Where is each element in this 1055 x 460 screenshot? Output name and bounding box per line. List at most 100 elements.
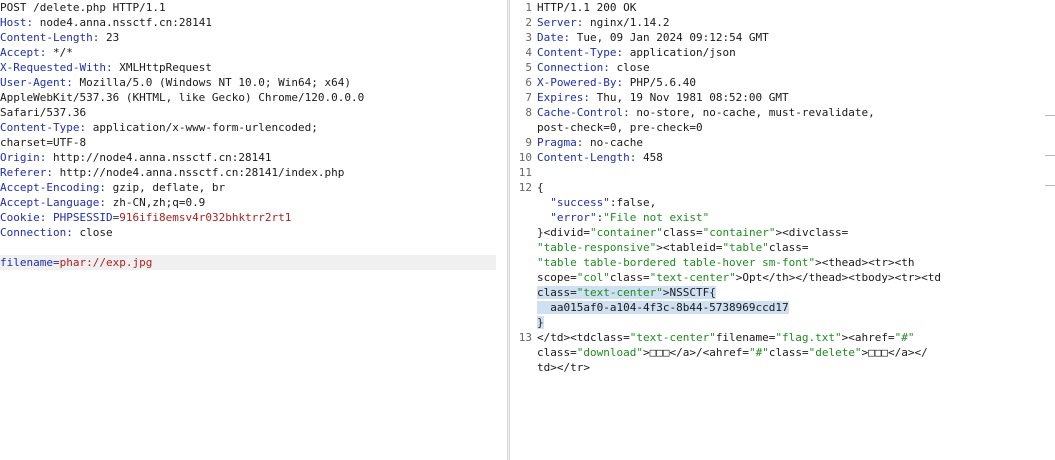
header-colon: : xyxy=(603,61,617,74)
header-name: X-Requested-With xyxy=(0,61,106,74)
header-value: node4.anna.nssctf.cn:28141 xyxy=(39,16,212,29)
body-param-name: filename xyxy=(0,256,53,269)
request-header: Origin: http://node4.anna.nssctf.cn:2814… xyxy=(0,150,507,165)
line-content: Server: nginx/1.14.2 xyxy=(537,15,1055,30)
header-value: close xyxy=(79,226,113,239)
header-colon: : xyxy=(46,166,60,179)
request-header: AppleWebKit/537.36 (KHTML, like Gecko) C… xyxy=(0,90,507,105)
header-name: Accept-Language xyxy=(0,196,100,209)
html-text: "table-responsive"><tableid="table"class… xyxy=(537,241,809,254)
html-token: >NSSCTF{ xyxy=(662,286,716,299)
html-token: ><divclass= xyxy=(775,226,849,239)
repeater-view: POST /delete.php HTTP/1.1 Host: node4.ann… xyxy=(0,0,1055,460)
line-number xyxy=(510,270,537,285)
header-colon: : xyxy=(26,16,40,29)
line-content: post-check=0, pre-check=0 xyxy=(537,120,1055,135)
line-number: 4 xyxy=(525,46,532,59)
request-header: Connection: close xyxy=(0,225,507,240)
json-key: "error" xyxy=(550,211,597,224)
line-number: 6 xyxy=(525,76,532,89)
line-number xyxy=(510,345,537,360)
line-content: class="download">□□□</a>/<ahref="#"class… xyxy=(537,345,1055,360)
line-content: }<divid="container"class="container"><di… xyxy=(537,225,1055,240)
line-text: { xyxy=(537,181,544,194)
html-token: class= xyxy=(537,286,577,299)
html-token: "delete" xyxy=(808,346,862,359)
line-text: post-check=0, pre-check=0 xyxy=(537,121,703,134)
flag-text: } xyxy=(537,316,544,329)
response-line: post-check=0, pre-check=0 xyxy=(510,120,1055,135)
request-body[interactable]: filename=phar://exp.jpg xyxy=(0,255,496,270)
line-number: 5 xyxy=(525,61,532,74)
html-token: >□□□</a>/<ahref= xyxy=(642,346,749,359)
request-header: Accept-Encoding: gzip, deflate, br xyxy=(0,180,507,195)
response-line: 2 Server: nginx/1.14.2 xyxy=(510,15,1055,30)
header-value: gzip, deflate, br xyxy=(112,181,226,194)
html-token: "table-responsive" xyxy=(537,241,657,254)
request-header: User-Agent: Mozilla/5.0 (Windows NT 10.0… xyxy=(0,75,507,90)
line-number: 10 xyxy=(518,151,532,164)
flag-text: aa015af0-a104-4f3c-8b44-5738969ccd17 xyxy=(537,301,789,314)
line-number: 7 xyxy=(525,91,532,104)
header-name: Origin xyxy=(0,151,40,164)
line-content: Date: Tue, 09 Jan 2024 09:12:54 GMT xyxy=(537,30,1055,45)
request-editor[interactable]: POST /delete.php HTTP/1.1 Host: node4.ann… xyxy=(0,0,507,460)
html-text: class="download">□□□</a>/<ahref="#"class… xyxy=(537,346,928,359)
line-number: 11 xyxy=(518,166,532,179)
header-colon: : xyxy=(576,136,590,149)
json-error-line: "error":"File not exist" xyxy=(510,210,1055,225)
line-number xyxy=(510,210,537,225)
header-value: application/x-www-form-urlencoded; xyxy=(92,121,318,134)
json-value: "File not exist" xyxy=(603,211,710,224)
line-number xyxy=(510,255,537,270)
response-html-line: } xyxy=(510,315,1055,330)
line-content: scope="col"class="text-center">Opt</th><… xyxy=(537,270,1055,285)
header-name: Date xyxy=(537,31,564,44)
line-number xyxy=(510,225,537,240)
line-content: { xyxy=(537,180,1055,195)
header-colon: : xyxy=(99,181,113,194)
line-number xyxy=(510,285,537,300)
header-name: Referer xyxy=(0,166,47,179)
response-viewer[interactable]: 1 HTTP/1.1 200 OK 2 Server: nginx/1.14.2 3 Da… xyxy=(510,0,1055,460)
header-value: zh-CN,zh;q=0.9 xyxy=(112,196,206,209)
header-name: Cookie xyxy=(0,211,40,224)
request-line: POST /delete.php HTTP/1.1 xyxy=(0,0,507,15)
line-content: Content-Length: 458 xyxy=(537,150,1055,165)
html-token: filename= xyxy=(715,331,776,344)
response-html-line: "table-responsive"><tableid="table"class… xyxy=(510,240,1055,255)
header-colon: : xyxy=(39,151,53,164)
html-text: "table table-bordered table-hover sm-fon… xyxy=(537,256,915,269)
request-header: Safari/537.36 xyxy=(0,105,507,120)
line-number xyxy=(510,195,537,210)
header-colon: : xyxy=(616,46,630,59)
request-header: Host: node4.anna.nssctf.cn:28141 xyxy=(0,15,507,30)
line-content: class="text-center">NSSCTF{ xyxy=(537,285,1055,300)
equals: = xyxy=(52,256,60,269)
html-token: "table" xyxy=(722,241,769,254)
line-content: "error":"File not exist" xyxy=(537,210,1055,225)
html-token: "table table-bordered table-hover sm-fon… xyxy=(537,256,816,269)
line-content: "success":false, xyxy=(537,195,1055,210)
header-name: Connection xyxy=(537,61,604,74)
header-value: http://node4.anna.nssctf.cn:28141 xyxy=(53,151,272,164)
html-text: td></tr> xyxy=(537,361,590,374)
json-value: :false, xyxy=(609,196,657,209)
header-colon: : xyxy=(99,196,113,209)
html-token: ><tableid= xyxy=(656,241,723,254)
header-colon: : xyxy=(92,31,106,44)
html-token: class= xyxy=(662,226,703,239)
response-line: 8 Cache-Control: no-store, no-cache, must… xyxy=(510,105,1055,120)
json-key: "success" xyxy=(550,196,610,209)
html-token: "col" xyxy=(576,271,610,284)
response-scrollbar[interactable] xyxy=(1045,0,1055,460)
header-colon: : xyxy=(39,211,53,224)
html-token: ><ahref= xyxy=(841,331,895,344)
header-name: Cache-Control xyxy=(537,106,624,119)
response-line: 10 Content-Length: 458 xyxy=(510,150,1055,165)
html-token: "download" xyxy=(576,346,643,359)
response-line: 1 HTTP/1.1 200 OK xyxy=(510,0,1055,15)
